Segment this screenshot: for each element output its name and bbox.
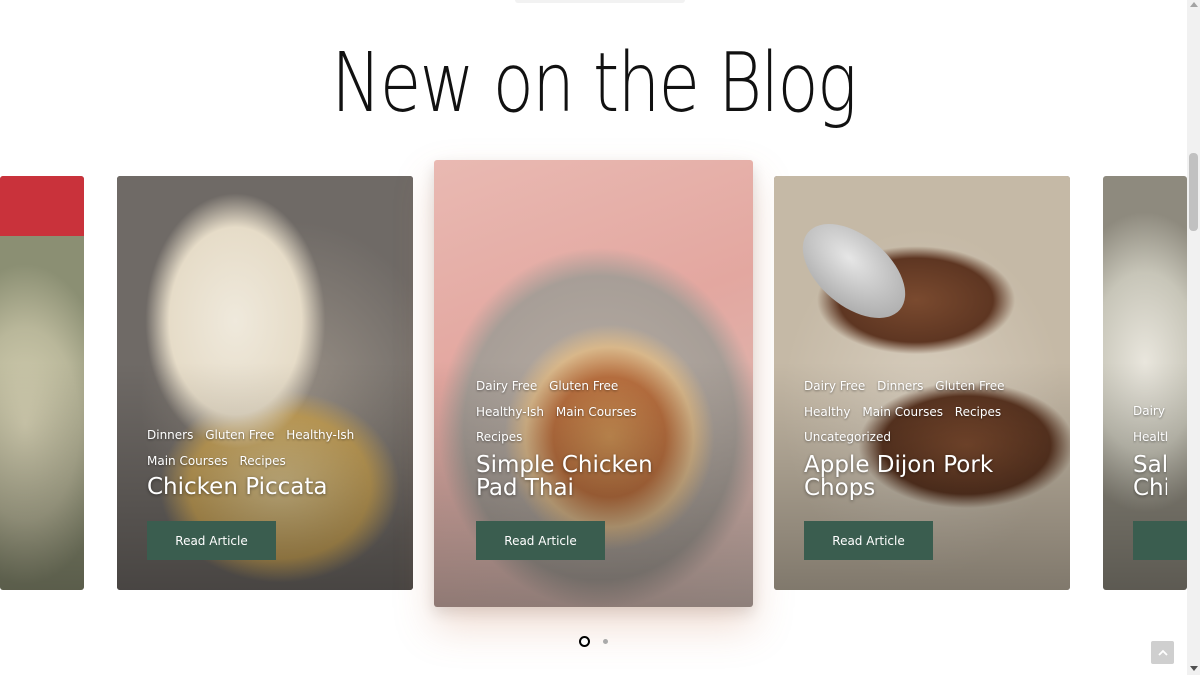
tag-link[interactable]: Main Courses (862, 405, 943, 419)
tag-link[interactable]: Healthy (804, 405, 851, 419)
carousel-pagination (0, 636, 1187, 647)
card-tags: Dairy Free Gluten Free Healthy-Ish Main … (476, 374, 733, 451)
read-article-button[interactable]: Rea (1133, 521, 1187, 560)
read-article-button[interactable]: Read Article (476, 521, 605, 560)
tag-link[interactable]: Main Courses (147, 454, 228, 468)
scrollbar-thumb[interactable] (1189, 153, 1198, 231)
tag-link[interactable]: Healthy-Ish (476, 405, 544, 419)
tag-link[interactable]: Recipes (955, 405, 1001, 419)
blog-card[interactable]: Dinners Gluten Free Healthy-Ish Main Cou… (117, 176, 413, 590)
tag-link[interactable]: Recipes (476, 430, 522, 444)
tag-link[interactable]: Main Courses (556, 405, 637, 419)
tag-link[interactable]: Gluten Free (549, 379, 618, 393)
back-to-top-button[interactable] (1151, 641, 1174, 664)
card-tags: Dairy Free Dinners Gluten Free Healthy M… (804, 374, 1050, 451)
card-title-text: Salsa Chick (1133, 454, 1167, 500)
card-title[interactable]: Chicken Piccata (147, 476, 393, 499)
tag-link[interactable]: Gluten Free (205, 428, 274, 442)
scrollbar[interactable] (1187, 0, 1200, 675)
tag-link[interactable]: Dinners (877, 379, 923, 393)
section-title: New on the Blog (331, 36, 857, 131)
scroll-up-arrow-icon[interactable] (1190, 2, 1198, 7)
card-title[interactable]: Salsa Chick (1133, 454, 1167, 500)
card-tags: Dinners Gluten Free Healthy-Ish Main Cou… (147, 423, 393, 474)
tag-link[interactable]: Dairy Free (1133, 404, 1167, 418)
tag-link[interactable]: Dairy Free (476, 379, 537, 393)
scroll-down-arrow-icon[interactable] (1190, 666, 1198, 671)
tag-link[interactable]: Recipes (239, 454, 285, 468)
blog-card-partial-left[interactable] (0, 176, 84, 590)
read-article-button[interactable]: Read Article (804, 521, 933, 560)
card-title[interactable]: Apple Dijon Pork Chops (804, 454, 1024, 500)
tag-link[interactable]: Uncategorized (804, 430, 891, 444)
tag-link[interactable]: Healthy-Ish (286, 428, 354, 442)
card-tags: Dairy Free Healthy (1133, 399, 1167, 450)
read-article-button[interactable]: Read Article (147, 521, 276, 560)
tag-link[interactable]: Dinners (147, 428, 193, 442)
pagination-dot-active[interactable] (579, 636, 590, 647)
tag-link[interactable]: Healthy (1133, 430, 1167, 444)
chevron-up-icon (1157, 649, 1168, 656)
card-title[interactable]: Simple Chicken Pad Thai (476, 454, 676, 500)
header-remnant (515, 0, 685, 3)
blog-card-partial-right[interactable]: Dairy Free Healthy Salsa Chick Rea (1103, 176, 1187, 590)
tag-link[interactable]: Gluten Free (935, 379, 1004, 393)
blog-card-featured[interactable]: Dairy Free Gluten Free Healthy-Ish Main … (434, 160, 753, 607)
tag-link[interactable]: Dairy Free (804, 379, 865, 393)
pagination-dot[interactable] (603, 639, 608, 644)
blog-card[interactable]: Dairy Free Dinners Gluten Free Healthy M… (774, 176, 1070, 590)
